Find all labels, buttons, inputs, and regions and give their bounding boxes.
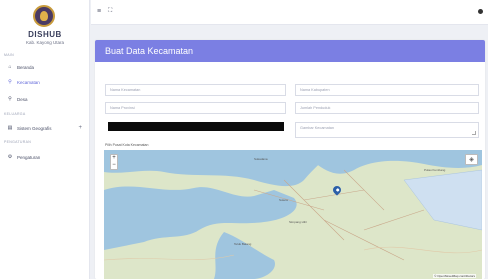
- nama-kabupaten-field[interactable]: Nama Kabupaten: [295, 84, 479, 96]
- sidebar-item-label: Desa: [17, 96, 28, 102]
- zoom-control: + −: [110, 154, 118, 170]
- sidebar-item-kecamatan[interactable]: ⚲ Kecamatan: [0, 77, 90, 87]
- zoom-out-button[interactable]: −: [111, 162, 117, 169]
- brand-name: DISHUB: [28, 30, 62, 39]
- sidebar-item-sistem-geografis[interactable]: ▤ Sistem Geografis +: [0, 123, 90, 133]
- map-attribution[interactable]: © OpenStreetMap contributors: [433, 274, 476, 278]
- page-title: Buat Data Kecamatan: [105, 46, 194, 56]
- jumlah-penduduk-field[interactable]: Jumlah Penduduk: [295, 102, 479, 114]
- map-place-label: Sutera: [279, 198, 288, 202]
- brand-subtitle: Kab. Kayong Utara: [25, 40, 65, 45]
- map-pin-icon: ⚲: [8, 79, 12, 85]
- expand-plus-icon[interactable]: +: [78, 125, 82, 131]
- section-main: MAIN: [4, 53, 14, 57]
- map-place-label: Pulau Kumbang: [424, 168, 446, 172]
- layers-icon[interactable]: ◈: [465, 154, 478, 165]
- layers-icon: ▤: [7, 125, 13, 131]
- sidebar-item-pengaturan[interactable]: ⚙ Pengaturan: [0, 152, 90, 162]
- zoom-in-button[interactable]: +: [111, 155, 117, 162]
- nama-provinsi-field[interactable]: Nama Provinsi: [105, 102, 286, 114]
- home-icon: ⌂: [8, 64, 12, 70]
- sidebar-item-label: Pengaturan: [17, 154, 41, 160]
- gambar-kecamatan-field[interactable]: Gambar Kecamatan: [295, 122, 479, 138]
- map-place-label: Teluk Batang: [234, 242, 252, 246]
- section-keluarga: KELUARGA: [4, 112, 26, 116]
- gear-icon: ⚙: [7, 154, 13, 160]
- topbar: ≡ ⛶: [91, 0, 488, 25]
- logo: [33, 5, 55, 27]
- card-header: Buat Data Kecamatan: [95, 40, 485, 62]
- sidebar-item-desa[interactable]: ⚲ Desa: [0, 94, 90, 104]
- map-place-label: Sukadana: [254, 157, 268, 161]
- fullscreen-icon[interactable]: ⛶: [108, 8, 112, 15]
- map[interactable]: Sukadana Pulau Kumbang Sutera Simpang Hi…: [104, 150, 482, 279]
- sidebar-item-beranda[interactable]: ⌂ Beranda: [0, 62, 90, 72]
- hamburger-menu-icon[interactable]: ≡: [97, 8, 101, 15]
- redacted-field[interactable]: [108, 122, 284, 131]
- sidebar: DISHUB Kab. Kayong Utara MAIN ⌂ Beranda …: [0, 0, 90, 279]
- sidebar-item-label: Beranda: [17, 64, 35, 70]
- sidebar-item-label: Sistem Geografis: [17, 125, 52, 131]
- user-avatar[interactable]: [478, 9, 483, 14]
- sidebar-item-label: Kecamatan: [17, 79, 40, 85]
- map-place-label: Simpang Hilir: [289, 220, 307, 224]
- nama-kecamatan-field[interactable]: Nama Kecamatan: [105, 84, 286, 96]
- map-pin-icon: ⚲: [8, 96, 12, 102]
- section-pengaturan: PENGATURAN: [4, 140, 32, 144]
- map-label: Pilih Pusat Kota Kecamatan: [105, 143, 149, 147]
